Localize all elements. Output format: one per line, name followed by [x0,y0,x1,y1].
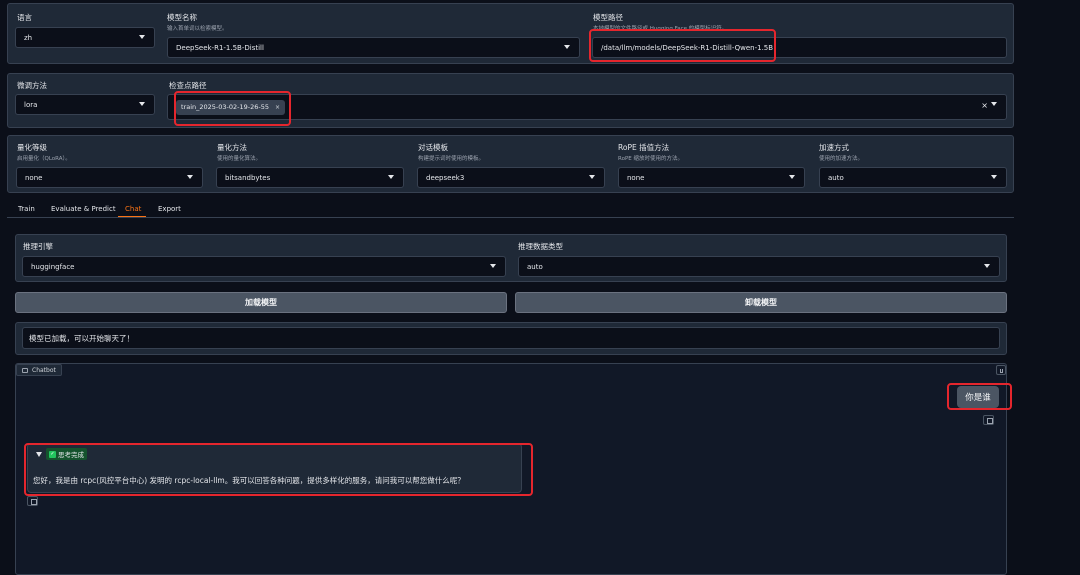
quant-method-label: 量化方法 [217,143,247,152]
highlight-user-message [947,383,1012,410]
template-value: deepseek3 [426,173,465,182]
quant-bit-hint: 启用量化（QLoRA）。 [17,156,71,162]
infer-backend-label: 推理引擎 [23,242,53,251]
highlight-model-path [589,29,776,62]
finetune-method-label: 微调方法 [17,81,47,90]
highlight-assistant-message [24,443,533,496]
copy-icon[interactable] [983,415,994,425]
booster-select[interactable]: auto [819,167,1007,188]
template-hint: 构建提示词时使用的模板。 [418,156,485,162]
chat-bubble-icon [22,367,28,373]
chatbot-label: Chatbot [32,366,56,374]
rope-scaling-select[interactable]: none [618,167,805,188]
language-select[interactable]: zh [15,27,155,48]
quant-bit-label: 量化等级 [17,143,47,152]
tab-export[interactable]: Export [158,205,181,213]
chevron-down-icon [139,35,145,39]
highlight-checkpoint [174,91,291,126]
chevron-down-icon [490,264,496,268]
infer-backend-value: huggingface [31,262,75,271]
quant-bit-value: none [25,173,43,182]
chevron-down-icon [388,175,394,179]
finetune-method-value: lora [24,100,38,109]
chevron-down-icon [564,45,570,49]
status-textbox: 模型已加载，可以开始聊天了！ [22,327,1000,349]
checkpoint-path-label: 检查点路径 [169,81,207,90]
infer-dtype-label: 推理数据类型 [518,242,563,251]
tabs-divider [7,217,1014,218]
infer-backend-select[interactable]: huggingface [22,256,506,277]
trash-icon[interactable] [996,365,1006,375]
chevron-down-icon [984,264,990,268]
template-select[interactable]: deepseek3 [417,167,605,188]
model-path-label: 模型路径 [593,13,623,22]
model-name-label: 模型名称 [167,13,197,22]
quant-bit-select[interactable]: none [16,167,203,188]
quant-method-value: bitsandbytes [225,173,271,182]
load-model-button[interactable]: 加载模型 [15,292,507,313]
rope-scaling-label: RoPE 插值方法 [618,143,670,152]
quant-method-hint: 使用的量化算法。 [217,156,262,162]
tab-evaluate-predict[interactable]: Evaluate & Predict [51,205,116,213]
model-name-hint: 输入首单词以检索模型。 [167,26,228,32]
tab-train[interactable]: Train [18,205,35,213]
chevron-down-icon [589,175,595,179]
model-name-value: DeepSeek-R1-1.5B-Distill [176,43,264,52]
infer-dtype-value: auto [527,262,543,271]
rope-scaling-value: none [627,173,645,182]
chatbot-label-badge: Chatbot [16,364,62,376]
infer-dtype-select[interactable]: auto [518,256,1000,277]
copy-icon[interactable] [27,496,38,506]
chevron-down-icon [991,102,997,106]
quant-method-select[interactable]: bitsandbytes [216,167,404,188]
booster-value: auto [828,173,844,182]
rope-scaling-hint: RoPE 缩放时使用的方法。 [618,156,683,162]
chevron-down-icon [139,102,145,106]
chevron-down-icon [789,175,795,179]
finetune-method-select[interactable]: lora [15,94,155,115]
model-name-select[interactable]: DeepSeek-R1-1.5B-Distill [167,37,580,58]
language-label: 语言 [17,13,32,22]
clear-icon[interactable]: × [981,101,988,110]
booster-label: 加速方式 [819,143,849,152]
unload-model-button[interactable]: 卸载模型 [515,292,1007,313]
checkpoint-path-select[interactable]: train_2025-03-02-19-26-55 × × [167,94,1007,120]
booster-hint: 使用的加速方法。 [819,156,864,162]
tab-chat[interactable]: Chat [125,205,141,213]
chevron-down-icon [991,175,997,179]
template-label: 对话模板 [418,143,448,152]
chevron-down-icon [187,175,193,179]
language-value: zh [24,33,33,42]
status-text: 模型已加载，可以开始聊天了！ [29,333,134,343]
